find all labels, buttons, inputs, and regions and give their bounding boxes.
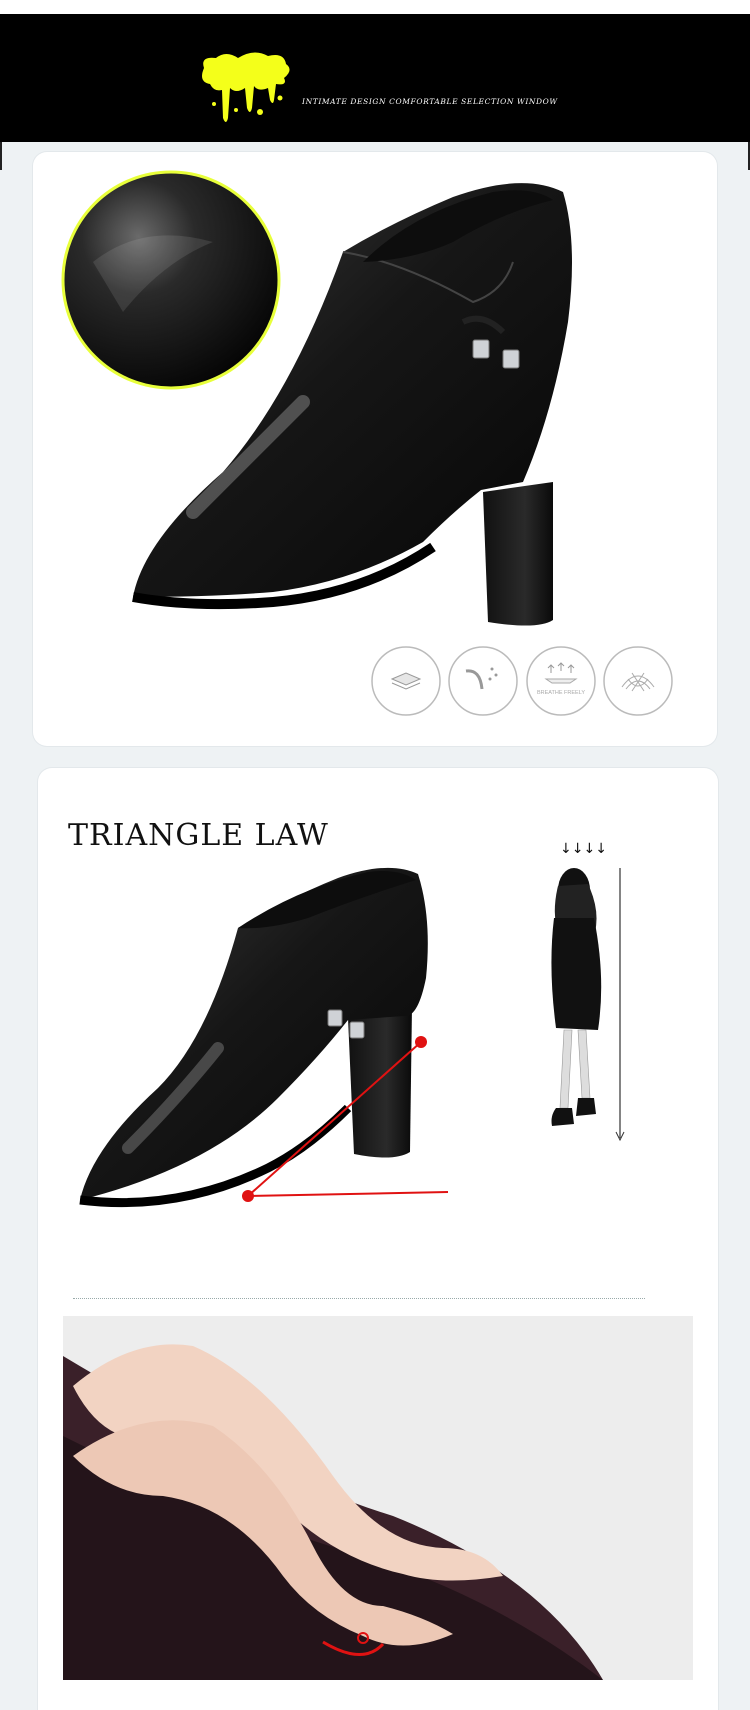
- banner-tagline: INTIMATE DESIGN COMFORTABLE SELECTION WI…: [302, 97, 558, 106]
- leather-detail-zoom: [61, 170, 281, 390]
- mesh-icon: [603, 646, 673, 716]
- triangle-law-title: TRIANGLE LAW: [68, 818, 329, 853]
- triangle-law-illustration: ↓↓↓↓: [63, 841, 693, 1680]
- brand-banner: INTIMATE DESIGN COMFORTABLE SELECTION WI…: [0, 14, 750, 142]
- left-edge-line: [0, 142, 2, 170]
- flex-icon: [448, 646, 518, 716]
- paint-splash-logo: [202, 52, 290, 122]
- layers-icon: [371, 646, 441, 716]
- legs-photo: [63, 1316, 693, 1680]
- top-strip: [0, 0, 750, 14]
- feature-icons-row: BREATHE FREELY: [370, 645, 676, 717]
- section-divider: [73, 1298, 645, 1299]
- woman-figure: [551, 868, 602, 1126]
- triangle-law-card: ↓↓↓↓: [38, 768, 718, 1710]
- breathe-icon: BREATHE FREELY: [526, 646, 596, 716]
- posture-arrows: ↓↓↓↓: [560, 841, 607, 857]
- breathe-label: BREATHE FREELY: [537, 690, 585, 696]
- shoe-side-view: [79, 867, 428, 1208]
